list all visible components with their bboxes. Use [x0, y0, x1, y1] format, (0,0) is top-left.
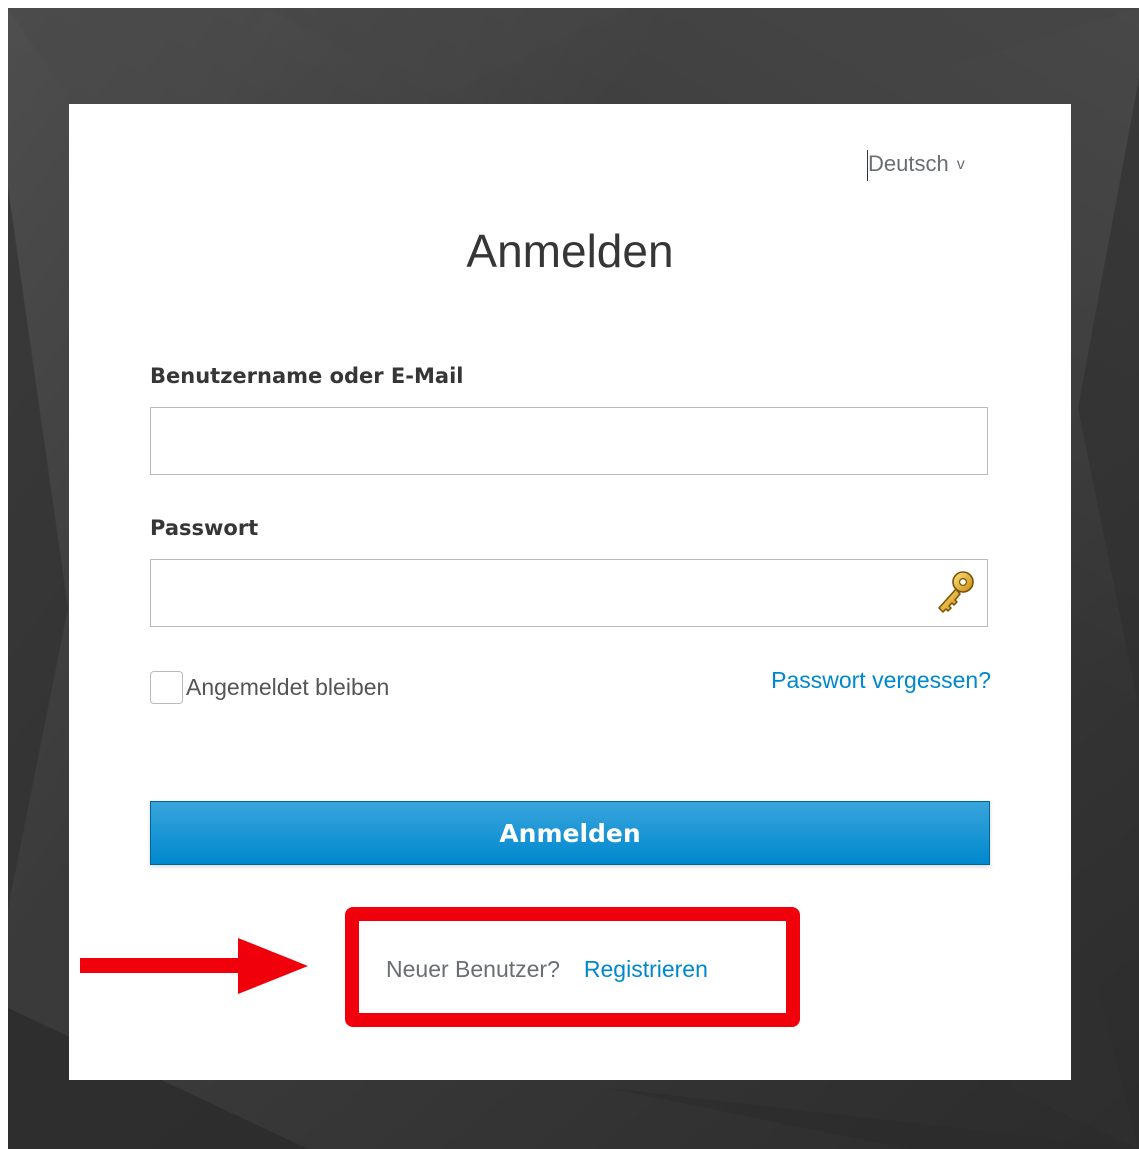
username-label: Benutzername oder E-Mail	[150, 364, 464, 388]
key-icon[interactable]	[933, 570, 977, 618]
chevron-down-icon: v	[956, 156, 965, 173]
login-card: Deutsch v Anmelden Benutzername oder E-Ma…	[69, 104, 1071, 1080]
login-button[interactable]: Anmelden	[150, 801, 990, 865]
password-label: Passwort	[150, 516, 259, 540]
register-link[interactable]: Registrieren	[584, 956, 708, 982]
password-input[interactable]	[151, 560, 987, 626]
remember-me-label: Angemeldet bleiben	[186, 673, 390, 700]
forgot-password-link[interactable]: Passwort vergessen?	[771, 667, 991, 694]
language-selector[interactable]: Deutsch v	[867, 150, 965, 181]
remember-me: Angemeldet bleiben	[150, 669, 389, 705]
new-user-text: Neuer Benutzer?	[386, 956, 560, 982]
page-title: Anmelden	[466, 225, 674, 277]
registration-prompt: Neuer Benutzer? Registrieren	[386, 956, 708, 983]
remember-me-checkbox[interactable]	[150, 670, 183, 704]
language-selected: Deutsch	[868, 151, 949, 176]
username-input[interactable]	[151, 408, 987, 474]
username-field-wrapper	[150, 407, 988, 475]
password-field-wrapper	[150, 559, 988, 627]
